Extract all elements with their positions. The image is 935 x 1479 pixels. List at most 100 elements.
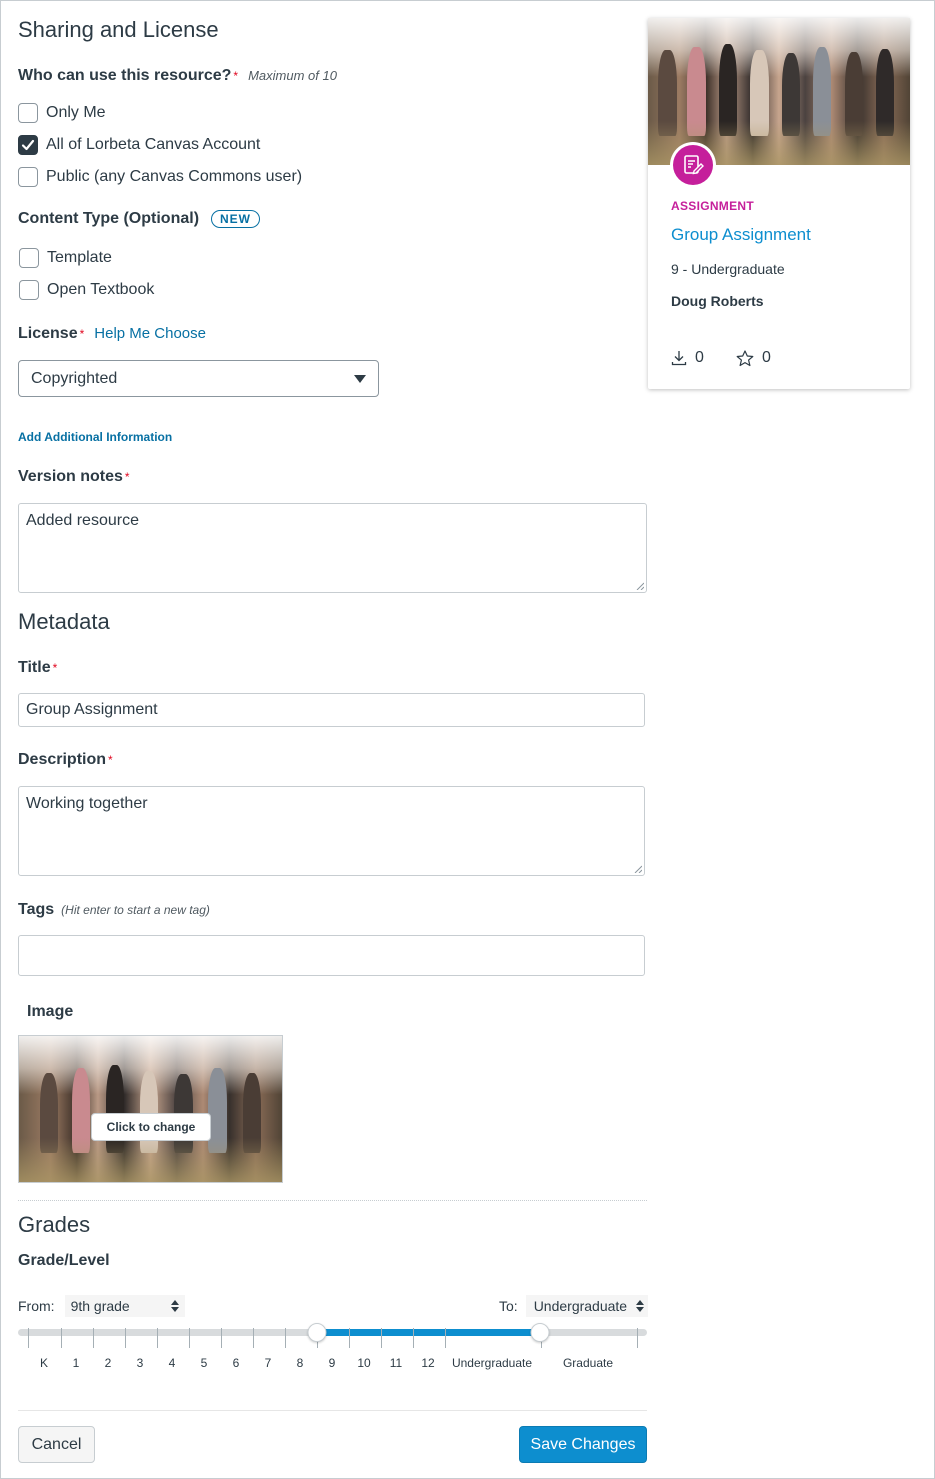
who-label: Who can use this resource? xyxy=(18,67,232,84)
option-label: Only Me xyxy=(46,104,106,121)
to-row: To: Undergraduate xyxy=(499,1295,648,1317)
title-row: Title * xyxy=(18,659,57,677)
add-info-link[interactable]: Add Additional Information xyxy=(18,430,172,444)
grade-level-label: Grade/Level xyxy=(18,1252,110,1269)
description-label: Description xyxy=(18,751,107,768)
tags-input[interactable] xyxy=(18,935,645,976)
title-label: Title xyxy=(18,659,51,676)
from-select[interactable]: 9th grade xyxy=(64,1295,185,1317)
content-type-template[interactable]: Template xyxy=(19,246,112,270)
slider-tick xyxy=(157,1328,158,1348)
license-row: License * Help Me Choose xyxy=(18,325,206,343)
photo-figure xyxy=(40,1072,59,1153)
download-icon xyxy=(671,351,687,366)
required-mark: * xyxy=(108,753,113,767)
from-row: From: 9th grade xyxy=(18,1295,185,1317)
checkbox[interactable] xyxy=(18,167,38,187)
required-mark: * xyxy=(124,470,130,484)
star-icon[interactable] xyxy=(736,349,754,367)
resource-preview-card[interactable]: ASSIGNMENT Group Assignment 9 - Undergra… xyxy=(648,18,910,389)
option-label: Template xyxy=(47,249,112,266)
photo-figure xyxy=(71,1068,90,1153)
slider-tick xyxy=(61,1328,62,1348)
resize-grip-icon[interactable] xyxy=(636,582,644,590)
content-type-row: Content Type (Optional) NEW xyxy=(18,210,261,228)
new-badge: NEW xyxy=(211,210,261,228)
resource-image[interactable]: Click to change xyxy=(18,1035,283,1183)
slider-tick xyxy=(349,1328,350,1348)
checkbox[interactable] xyxy=(19,280,39,300)
checkbox[interactable] xyxy=(19,248,39,268)
photo-figure xyxy=(658,50,677,136)
description-row: Description * xyxy=(18,751,113,769)
photo-figure xyxy=(875,48,895,136)
to-label: To: xyxy=(499,1298,518,1314)
slider-tick-label: Undergraduate xyxy=(451,1356,533,1370)
photo-figure xyxy=(781,53,800,136)
to-select[interactable]: Undergraduate xyxy=(525,1295,648,1317)
slider-tick-label: K xyxy=(39,1356,49,1370)
card-title-link[interactable]: Group Assignment xyxy=(671,225,811,245)
option-only-me[interactable]: Only Me xyxy=(18,101,106,125)
card-favorites[interactable]: 0 xyxy=(736,349,771,367)
required-mark: * xyxy=(52,661,58,675)
resize-grip-icon[interactable] xyxy=(634,865,642,873)
version-notes-textarea[interactable]: Added resource xyxy=(18,503,647,593)
card-type: ASSIGNMENT xyxy=(671,199,755,213)
slider-tick-label: 12 xyxy=(421,1356,435,1370)
slider-tick xyxy=(253,1328,254,1348)
description-value: Working together xyxy=(26,795,148,812)
card-author: Doug Roberts xyxy=(671,293,764,309)
slider-tick xyxy=(381,1328,382,1348)
sort-arrows-icon xyxy=(635,1300,644,1312)
click-to-change-button[interactable]: Click to change xyxy=(91,1113,211,1141)
who-label-row: Who can use this resource? * Maximum of … xyxy=(18,67,337,85)
slider-tick-label: 1 xyxy=(72,1356,80,1370)
help-me-choose-link[interactable]: Help Me Choose xyxy=(94,325,206,342)
license-select[interactable]: Copyrighted xyxy=(18,360,379,397)
slider-tick-label: 4 xyxy=(168,1356,176,1370)
slider-tick-label: 7 xyxy=(264,1356,272,1370)
from-label: From: xyxy=(18,1298,55,1314)
caret-down-icon xyxy=(354,374,366,383)
content-type-label: Content Type (Optional) xyxy=(18,210,200,227)
slider-tick-label: 8 xyxy=(296,1356,304,1370)
slider-handle-from[interactable] xyxy=(307,1323,327,1342)
title-input[interactable]: Group Assignment xyxy=(18,693,645,727)
from-value: 9th grade xyxy=(70,1298,130,1314)
tags-row: Tags (Hit enter to start a new tag) xyxy=(18,901,210,919)
slider-tick-label: 2 xyxy=(104,1356,112,1370)
slider-tick xyxy=(189,1328,190,1348)
photo-figure xyxy=(844,51,863,136)
card-downloads: 0 xyxy=(671,349,704,367)
slider-tick-label: 6 xyxy=(232,1356,240,1370)
checkbox-checked[interactable] xyxy=(18,135,38,155)
checkbox[interactable] xyxy=(18,103,38,123)
content-type-textbook[interactable]: Open Textbook xyxy=(19,278,154,302)
option-label: All of Lorbeta Canvas Account xyxy=(46,136,261,153)
option-public[interactable]: Public (any Canvas Commons user) xyxy=(18,165,302,189)
card-grade: 9 - Undergraduate xyxy=(671,261,785,277)
assignment-icon xyxy=(673,145,713,185)
slider-tick xyxy=(285,1328,286,1348)
description-textarea[interactable]: Working together xyxy=(18,786,645,876)
downloads-count: 0 xyxy=(695,349,704,366)
tags-label: Tags xyxy=(18,901,55,918)
license-value: Copyrighted xyxy=(31,369,118,387)
version-notes-value: Added resource xyxy=(26,512,139,529)
slider-tick xyxy=(221,1328,222,1348)
photo-figure xyxy=(750,50,769,136)
cancel-button[interactable]: Cancel xyxy=(18,1426,95,1463)
assignment-icon xyxy=(684,155,704,175)
slider-handle-to[interactable] xyxy=(530,1323,550,1342)
required-mark: * xyxy=(233,69,239,83)
license-label: License xyxy=(18,325,78,342)
slider-tick-label: 3 xyxy=(136,1356,144,1370)
slider-tick-label: 11 xyxy=(389,1356,403,1370)
grade-slider-range xyxy=(317,1329,540,1336)
option-account[interactable]: All of Lorbeta Canvas Account xyxy=(18,133,260,157)
option-label: Open Textbook xyxy=(47,281,155,298)
footer-divider xyxy=(18,1410,647,1411)
save-changes-button[interactable]: Save Changes xyxy=(519,1426,647,1463)
version-notes-row: Version notes * xyxy=(18,468,130,486)
